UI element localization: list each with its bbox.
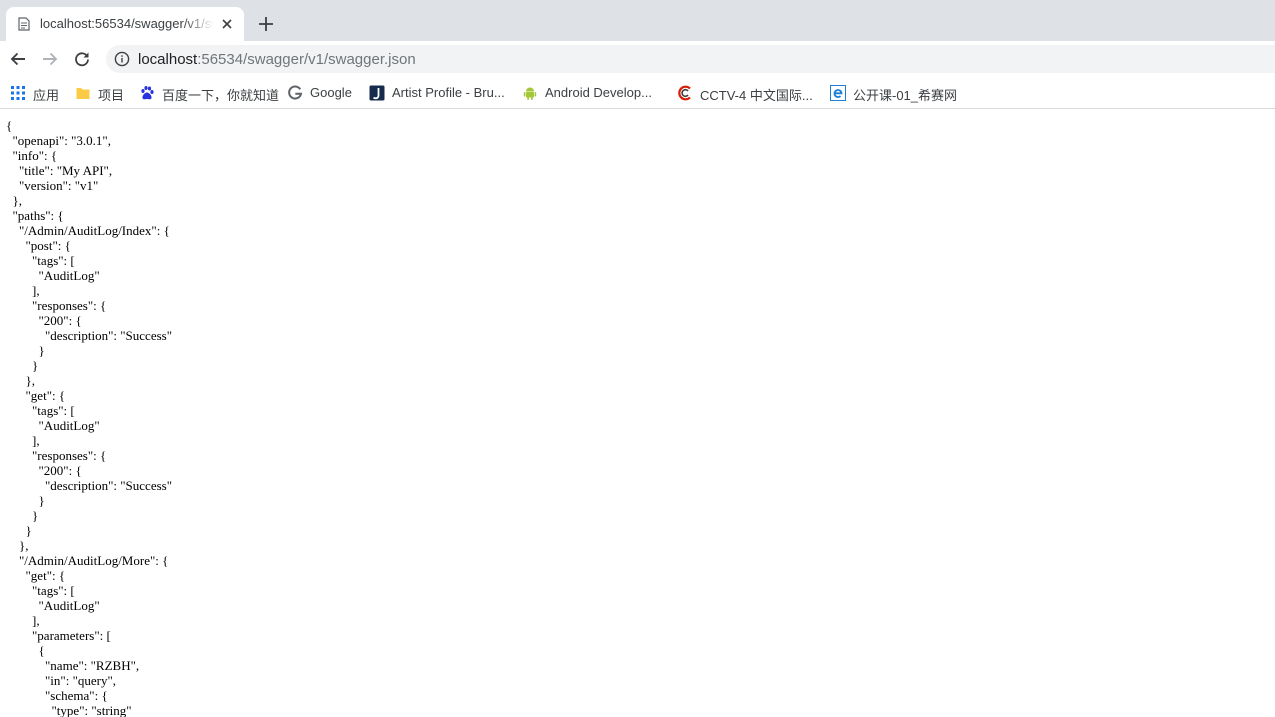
json-line: },: [6, 193, 23, 208]
tab-active[interactable]: localhost:56534/swagger/v1/swagger.json: [6, 7, 244, 41]
json-line: }: [6, 493, 45, 508]
android-icon: [523, 87, 537, 100]
json-line: "tags": [: [6, 583, 75, 598]
ie-icon: [830, 85, 846, 101]
tab-title: localhost:56534/swagger/v1/swagger.json: [40, 16, 214, 31]
baidu-paw-icon: [141, 86, 154, 100]
json-line: "parameters": [: [6, 628, 111, 643]
json-line: "info": {: [6, 148, 58, 163]
json-line: "/Admin/AuditLog/More": {: [6, 553, 169, 568]
arrow-left-icon[interactable]: [9, 50, 27, 68]
json-line: "tags": [: [6, 253, 75, 268]
bookmark-label: 项目: [98, 88, 125, 103]
json-content: { "openapi": "3.0.1", "info": { "title":…: [6, 118, 1266, 717]
folder-icon: [76, 88, 90, 99]
google-icon: [288, 85, 303, 100]
json-line: "post": {: [6, 238, 71, 253]
json-line: "responses": {: [6, 298, 107, 313]
json-line: }: [6, 523, 32, 538]
bookmark-label: 百度一下，你就知道: [162, 88, 280, 103]
json-line: "200": {: [6, 463, 82, 478]
json-line: "AuditLog": [6, 598, 100, 613]
reload-icon[interactable]: [73, 50, 91, 68]
apps-grid-icon: [11, 86, 25, 100]
json-line: "description": "Success": [6, 478, 173, 493]
new-tab-plus-icon[interactable]: [257, 15, 275, 33]
json-line: },: [6, 538, 29, 553]
json-line: "tags": [: [6, 403, 75, 418]
json-line: {: [6, 643, 45, 658]
json-line: "description": "Success": [6, 328, 173, 343]
json-line: {: [6, 118, 13, 133]
bookmarks-bar: 应用 项目 百度一下，你就知道 Google Artist Profile - …: [0, 77, 1275, 109]
bookmark-label: Google: [310, 85, 352, 100]
bookmark-label: Artist Profile - Bru...: [392, 85, 505, 100]
json-line: "get": {: [6, 568, 66, 583]
toolbar: localhost:56534/swagger/v1/swagger.json: [0, 41, 1275, 77]
url-path: :56534/swagger/v1/swagger.json: [197, 51, 416, 68]
url-host: localhost: [138, 51, 198, 68]
json-line: "/Admin/AuditLog/Index": {: [6, 223, 170, 238]
close-icon[interactable]: [219, 16, 235, 32]
json-line: "AuditLog": [6, 268, 100, 283]
json-line: "title": "My API",: [6, 163, 113, 178]
jira-icon: [369, 85, 385, 101]
json-line: "200": {: [6, 313, 82, 328]
json-line: "paths": {: [6, 208, 64, 223]
json-line: "type": "string": [6, 703, 132, 717]
json-line: "openapi": "3.0.1",: [6, 133, 112, 148]
json-line: ],: [6, 433, 40, 448]
json-line: ],: [6, 613, 40, 628]
json-line: "version": "v1": [6, 178, 99, 193]
json-line: }: [6, 343, 45, 358]
address-bar[interactable]: localhost:56534/swagger/v1/swagger.json: [106, 45, 1275, 73]
arrow-right-icon[interactable]: [41, 50, 59, 68]
json-line: }: [6, 358, 39, 373]
json-line: }: [6, 508, 39, 523]
json-line: },: [6, 373, 36, 388]
json-line: ],: [6, 283, 40, 298]
bookmark-label: Android Develop...: [545, 85, 652, 100]
document-icon: [18, 17, 30, 31]
tab-strip: localhost:56534/swagger/v1/swagger.json: [0, 0, 1275, 41]
json-line: "schema": {: [6, 688, 108, 703]
json-line: "AuditLog": [6, 418, 100, 433]
info-icon[interactable]: [114, 51, 130, 67]
json-line: "in": "query",: [6, 673, 117, 688]
bookmark-label: 公开课-01_希赛网: [853, 88, 958, 103]
json-line: "get": {: [6, 388, 66, 403]
bookmark-label: CCTV-4 中文国际...: [700, 88, 813, 103]
json-line: "name": "RZBH",: [6, 658, 140, 673]
url-text: localhost:56534/swagger/v1/swagger.json: [138, 51, 416, 68]
bookmark-label: 应用: [33, 88, 60, 103]
json-line: "responses": {: [6, 448, 107, 463]
cctv-icon: [678, 85, 691, 101]
